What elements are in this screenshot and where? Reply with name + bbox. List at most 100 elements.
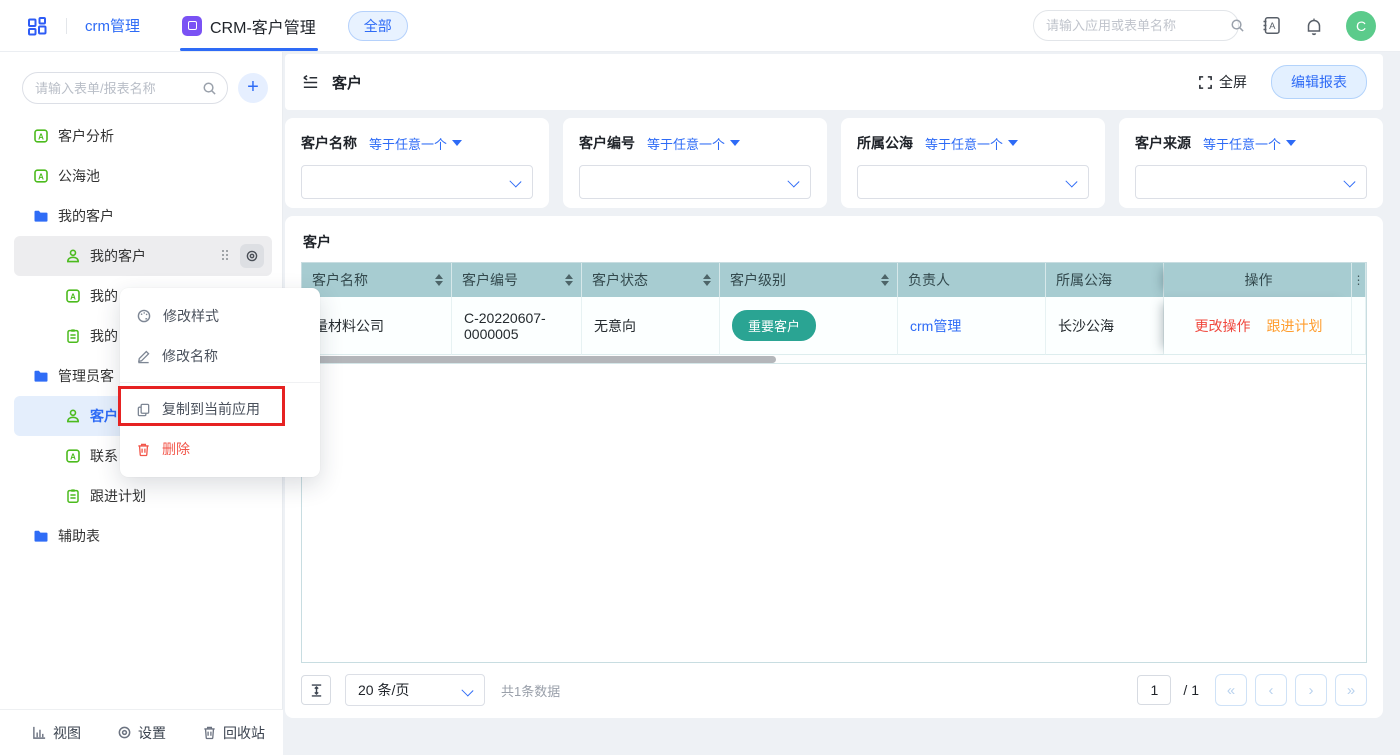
column-header-status[interactable]: 客户状态 bbox=[582, 263, 720, 297]
sort-icon[interactable] bbox=[875, 274, 889, 286]
svg-text:A: A bbox=[70, 452, 76, 461]
first-page-button[interactable]: « bbox=[1215, 674, 1247, 706]
recycle-bin-button[interactable]: 回收站 bbox=[202, 723, 265, 743]
add-form-button[interactable]: + bbox=[238, 73, 268, 103]
workspace-link[interactable]: crm管理 bbox=[85, 15, 140, 36]
caret-down-icon bbox=[1008, 140, 1018, 146]
filter-value-select[interactable] bbox=[857, 165, 1089, 199]
column-header-customer-name[interactable]: 客户名称 bbox=[302, 263, 452, 297]
sidebar-item-label: 客户 bbox=[90, 406, 118, 426]
last-page-button[interactable]: » bbox=[1335, 674, 1367, 706]
sidebar-search-input[interactable] bbox=[35, 81, 196, 96]
menu-item-modify-style[interactable]: 修改样式 bbox=[120, 296, 320, 336]
tab-crm-app[interactable]: CRM-客户管理 bbox=[182, 0, 316, 51]
filter-value-select[interactable] bbox=[301, 165, 533, 199]
drag-handle-icon[interactable] bbox=[222, 250, 230, 262]
settings-button[interactable]: 设置 bbox=[117, 723, 166, 743]
cell-customer-name[interactable]: 量材料公司 bbox=[302, 297, 452, 355]
item-settings-gear-icon[interactable] bbox=[240, 244, 264, 268]
pencil-icon bbox=[136, 349, 151, 364]
cell-owner: crm管理 bbox=[898, 297, 1046, 355]
cell-status: 无意向 bbox=[582, 297, 720, 355]
cell-actions: 更改操作 跟进计划 bbox=[1164, 297, 1352, 355]
cell-settings bbox=[1352, 297, 1366, 355]
sidebar-item-label: 跟进计划 bbox=[90, 486, 146, 506]
filter-operator[interactable]: 等于任意一个 bbox=[647, 134, 740, 153]
sidebar-search[interactable] bbox=[22, 72, 228, 104]
page-title: 客户 bbox=[332, 72, 362, 93]
expand-rows-icon bbox=[309, 683, 324, 698]
report-icon: A bbox=[33, 128, 49, 144]
user-avatar[interactable]: C bbox=[1346, 11, 1376, 41]
sidebar-item-follow-up-plan[interactable]: 跟进计划 bbox=[14, 476, 272, 516]
views-button[interactable]: 视图 bbox=[32, 723, 81, 743]
filter-pool: 所属公海 等于任意一个 bbox=[841, 118, 1105, 208]
global-search[interactable] bbox=[1033, 10, 1239, 41]
notifications-bell-icon[interactable] bbox=[1304, 16, 1324, 36]
customer-table-card: 客户 客户名称 客户编号 客户状态 客户级别 负责人 所属公海 操作 ⋮ 量材料… bbox=[285, 216, 1383, 718]
sort-icon[interactable] bbox=[559, 274, 573, 286]
edit-report-button[interactable]: 编辑报表 bbox=[1271, 65, 1367, 99]
change-action-link[interactable]: 更改操作 bbox=[1195, 316, 1251, 336]
app-launcher-icon[interactable] bbox=[26, 15, 48, 37]
trash-icon bbox=[136, 442, 151, 457]
filter-operator[interactable]: 等于任意一个 bbox=[925, 134, 1018, 153]
filter-operator[interactable]: 等于任意一个 bbox=[1203, 134, 1296, 153]
global-search-input[interactable] bbox=[1046, 18, 1222, 33]
table-row[interactable]: 量材料公司 C-20220607-0000005 无意向 重要客户 crm管理 … bbox=[302, 297, 1366, 355]
column-header-customer-no[interactable]: 客户编号 bbox=[452, 263, 582, 297]
data-table: 客户名称 客户编号 客户状态 客户级别 负责人 所属公海 操作 ⋮ 量材料公司 … bbox=[301, 262, 1367, 663]
palette-icon bbox=[136, 308, 152, 324]
svg-text:A: A bbox=[38, 132, 44, 141]
horizontal-scrollbar[interactable] bbox=[302, 355, 1366, 364]
level-badge: 重要客户 bbox=[732, 310, 816, 341]
report-icon: A bbox=[65, 288, 81, 304]
fullscreen-icon bbox=[1198, 75, 1213, 90]
cell-level: 重要客户 bbox=[720, 297, 898, 355]
column-header-level[interactable]: 客户级别 bbox=[720, 263, 898, 297]
svg-text:A: A bbox=[1269, 21, 1276, 32]
sidebar-folder-my-customers[interactable]: 我的客户 bbox=[14, 196, 272, 236]
fullscreen-button[interactable]: 全屏 bbox=[1198, 72, 1247, 92]
caret-down-icon bbox=[730, 140, 740, 146]
prev-page-button[interactable]: ‹ bbox=[1255, 674, 1287, 706]
scope-all-button[interactable]: 全部 bbox=[348, 11, 408, 41]
person-icon bbox=[65, 408, 81, 424]
collapse-sidebar-icon[interactable] bbox=[301, 73, 320, 92]
row-height-button[interactable] bbox=[301, 675, 331, 705]
menu-item-copy-to-app[interactable]: 复制到当前应用 bbox=[120, 389, 320, 429]
filter-value-select[interactable] bbox=[579, 165, 811, 199]
total-count-text: 共1条数据 bbox=[501, 681, 560, 700]
chevron-down-icon bbox=[1065, 175, 1077, 187]
column-header-pool[interactable]: 所属公海 bbox=[1046, 263, 1164, 297]
menu-item-rename[interactable]: 修改名称 bbox=[120, 336, 320, 376]
divider bbox=[66, 18, 67, 34]
menu-item-delete[interactable]: 删除 bbox=[120, 429, 320, 469]
sidebar-folder-auxiliary-tables[interactable]: 辅助表 bbox=[14, 516, 272, 556]
column-header-actions: 操作 bbox=[1164, 263, 1352, 297]
filter-operator[interactable]: 等于任意一个 bbox=[369, 134, 462, 153]
sidebar-item-public-pool[interactable]: A 公海池 bbox=[14, 156, 272, 196]
column-settings-icon[interactable]: ⋮ bbox=[1352, 263, 1366, 297]
column-header-owner[interactable]: 负责人 bbox=[898, 263, 1046, 297]
scrollbar-thumb[interactable] bbox=[304, 356, 776, 363]
follow-plan-link[interactable]: 跟进计划 bbox=[1267, 316, 1323, 336]
next-page-button[interactable]: › bbox=[1295, 674, 1327, 706]
sort-icon[interactable] bbox=[697, 274, 711, 286]
fullscreen-label: 全屏 bbox=[1219, 72, 1247, 92]
report-icon: A bbox=[33, 168, 49, 184]
page-size-select[interactable]: 20 条/页 bbox=[345, 674, 485, 706]
sort-icon[interactable] bbox=[429, 274, 443, 286]
owner-link[interactable]: crm管理 bbox=[910, 316, 961, 336]
menu-item-label: 复制到当前应用 bbox=[162, 399, 260, 419]
sidebar-item-my-customers-form[interactable]: 我的客户 bbox=[14, 236, 272, 276]
contacts-icon[interactable]: A bbox=[1261, 15, 1282, 36]
page-number-input[interactable] bbox=[1137, 675, 1171, 705]
sidebar-item-customer-analysis[interactable]: A 客户分析 bbox=[14, 116, 272, 156]
sidebar-item-label: 我的客户 bbox=[58, 206, 114, 226]
copy-icon bbox=[136, 402, 151, 417]
filter-customer-name: 客户名称 等于任意一个 bbox=[285, 118, 549, 208]
filter-value-select[interactable] bbox=[1135, 165, 1367, 199]
chevron-down-icon bbox=[1343, 175, 1355, 187]
menu-divider bbox=[120, 382, 320, 383]
